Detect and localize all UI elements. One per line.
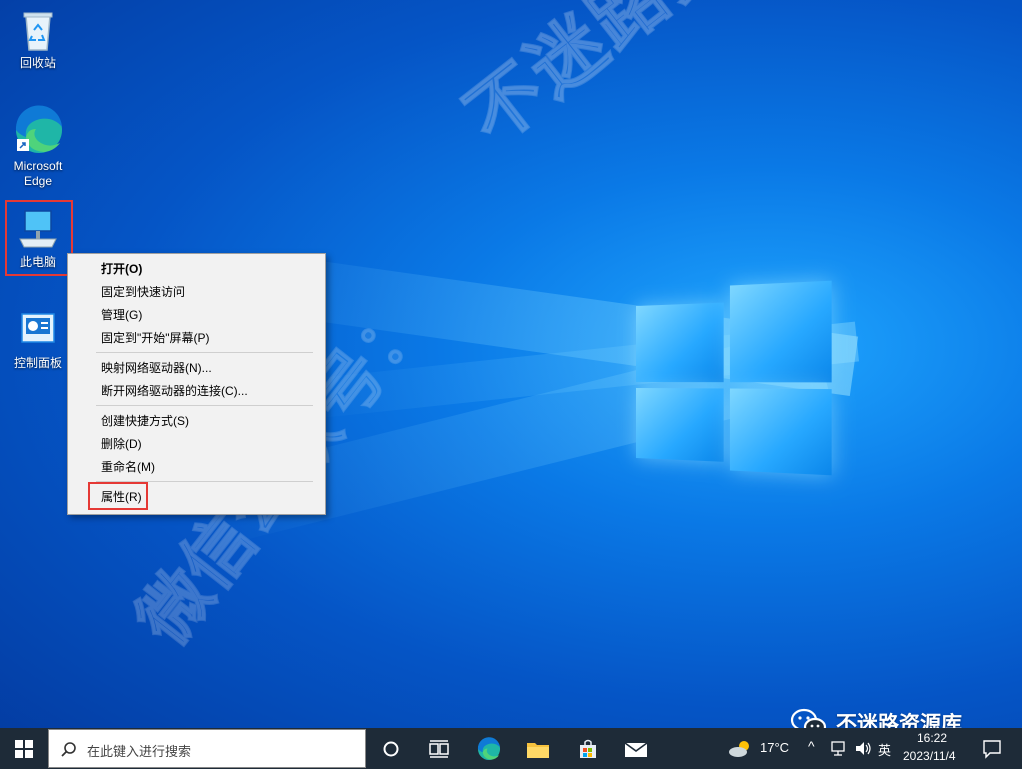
menu-item-delete[interactable]: 删除(D) (68, 433, 325, 455)
computer-icon (14, 207, 62, 251)
desktop-icon-control-panel[interactable]: 控制面板 (3, 308, 73, 371)
task-view-icon (429, 740, 449, 758)
menu-item-manage[interactable]: 管理(G) (68, 304, 325, 326)
notification-icon[interactable] (982, 739, 1002, 759)
clock-date[interactable]: 2023/11/4 (903, 749, 956, 763)
store-icon (577, 738, 599, 760)
highlight-box (88, 482, 148, 510)
start-button[interactable] (0, 728, 48, 769)
task-view-button[interactable] (415, 728, 463, 769)
ime-indicator[interactable]: 英 (878, 740, 891, 759)
desktop-icon-label: 此电脑 (20, 255, 56, 269)
taskbar-store[interactable] (564, 728, 612, 769)
search-icon (61, 741, 77, 757)
cortana-icon (382, 740, 400, 758)
desktop-icon-label: 控制面板 (14, 356, 62, 370)
watermark: 不迷路资源库 (440, 0, 875, 164)
taskbar-file-explorer[interactable] (514, 728, 562, 769)
recycle-bin-icon (14, 8, 62, 52)
menu-item-disconnect-network-drive[interactable]: 断开网络驱动器的连接(C)... (68, 380, 325, 402)
menu-item-rename[interactable]: 重命名(M) (68, 456, 325, 478)
windows-start-icon (15, 740, 33, 758)
taskbar-edge[interactable] (465, 728, 513, 769)
menu-separator (96, 352, 313, 353)
mail-icon (624, 740, 648, 758)
menu-item-pin-quick-access[interactable]: 固定到快速访问 (68, 281, 325, 303)
search-placeholder: 在此键入进行搜索 (87, 741, 191, 760)
taskbar: 在此键入进行搜索 17°C ^ 英 16:22 2023/11/4 (0, 728, 1022, 769)
taskbar-search-box[interactable]: 在此键入进行搜索 (48, 729, 366, 768)
menu-separator (96, 405, 313, 406)
edge-icon (14, 105, 62, 155)
context-menu: 打开(O) 固定到快速访问 管理(G) 固定到"开始"屏幕(P) 映射网络驱动器… (67, 253, 326, 515)
desktop-icon-label: Microsoft Edge (14, 159, 63, 188)
folder-icon (526, 739, 550, 759)
weather-temperature[interactable]: 17°C (760, 740, 789, 755)
weather-icon (727, 739, 753, 759)
network-icon[interactable] (830, 741, 846, 756)
cortana-button[interactable] (367, 728, 415, 769)
desktop-icon-label: 回收站 (20, 56, 56, 70)
desktop-icon-this-pc[interactable]: 此电脑 (3, 207, 73, 270)
edge-icon (477, 737, 501, 761)
windows-logo (636, 281, 832, 476)
menu-item-create-shortcut[interactable]: 创建快捷方式(S) (68, 410, 325, 432)
desktop: 不迷路资源库 微信公众号： 回收站 Microsoft Edge (0, 0, 1022, 728)
control-panel-icon (14, 308, 62, 352)
menu-item-map-network-drive[interactable]: 映射网络驱动器(N)... (68, 357, 325, 379)
clock-time[interactable]: 16:22 (917, 731, 947, 745)
desktop-icon-edge[interactable]: Microsoft Edge (3, 105, 73, 189)
taskbar-mail[interactable] (612, 728, 660, 769)
desktop-icon-recycle-bin[interactable]: 回收站 (3, 8, 73, 71)
menu-item-pin-start[interactable]: 固定到"开始"屏幕(P) (68, 327, 325, 349)
chevron-up-icon[interactable]: ^ (808, 738, 815, 754)
volume-icon[interactable] (854, 741, 872, 756)
menu-item-open[interactable]: 打开(O) (68, 258, 325, 280)
